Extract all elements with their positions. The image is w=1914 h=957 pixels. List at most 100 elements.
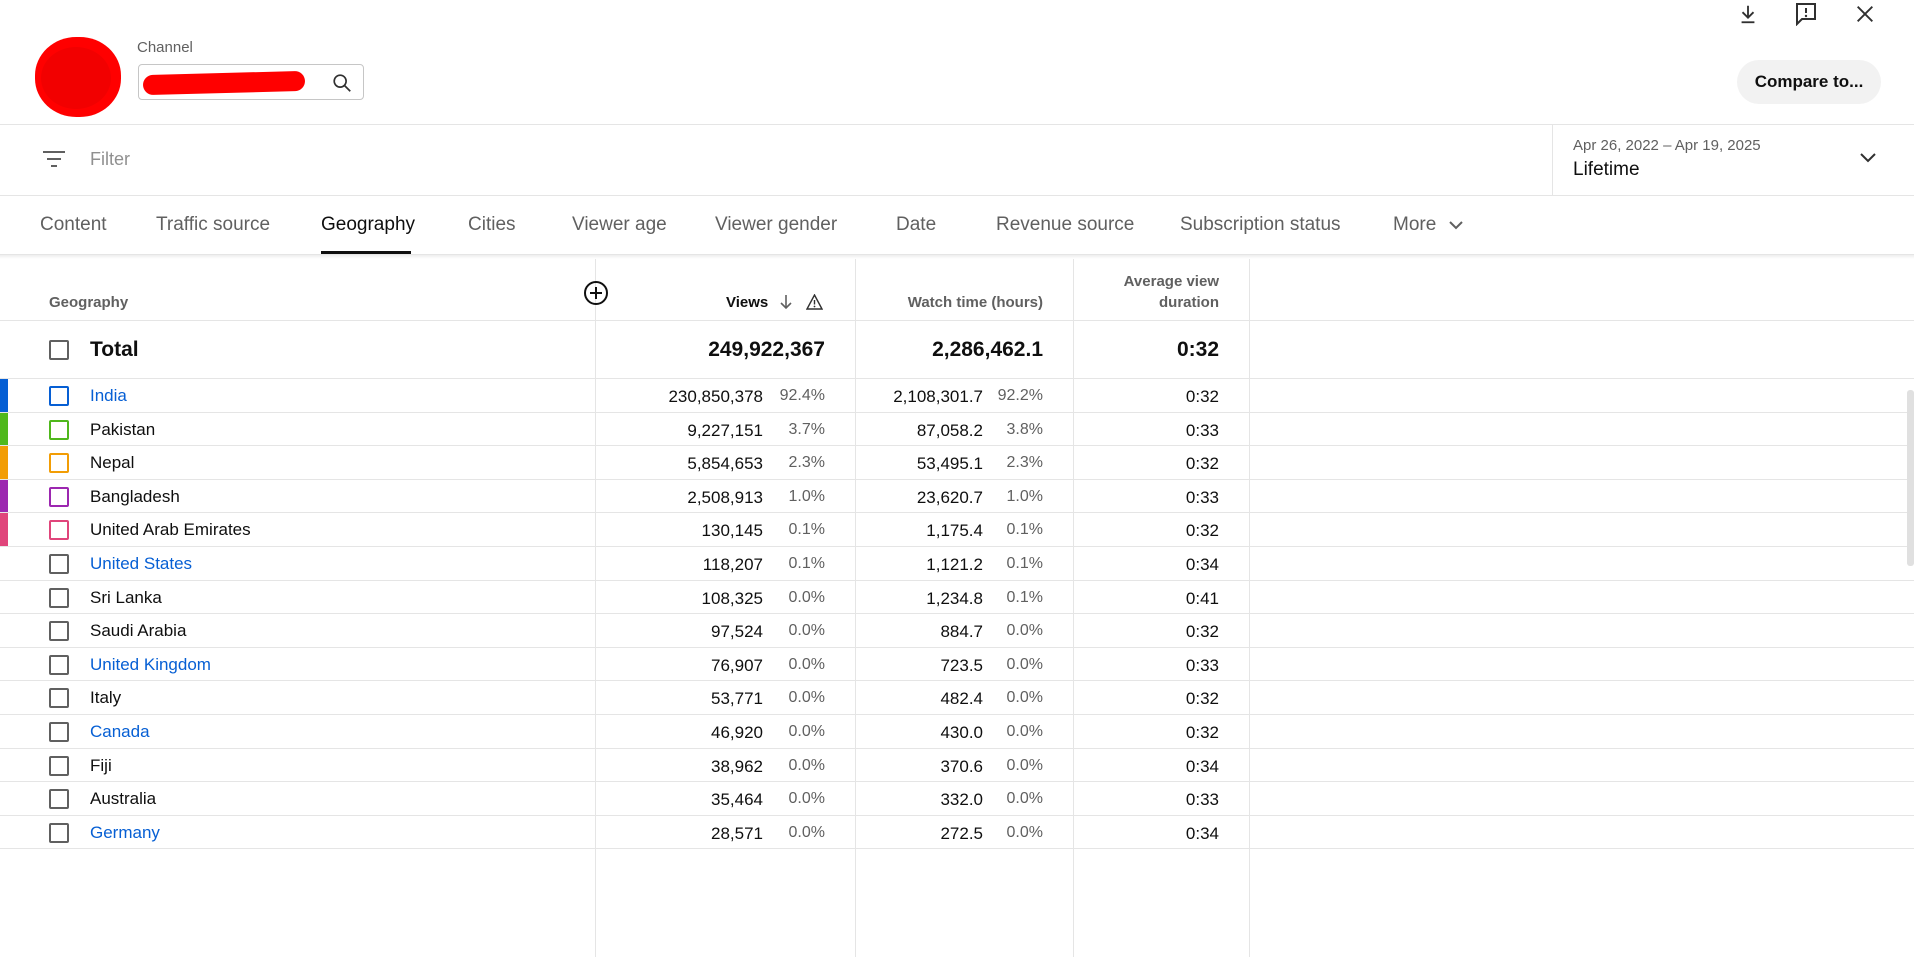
tab-date[interactable]: Date <box>896 214 936 236</box>
table-row[interactable]: Nepal 5,854,653 2.3% 53,495.1 2.3% 0:32 <box>0 446 1914 480</box>
tab-revenue-source[interactable]: Revenue source <box>996 214 1134 236</box>
table-row[interactable]: Canada 46,920 0.0% 430.0 0.0% 0:32 <box>0 715 1914 749</box>
views-value: 130,145 <box>701 521 763 541</box>
watch-time-percent: 0.0% <box>1006 756 1043 774</box>
country-name: United Arab Emirates <box>90 520 251 540</box>
table-row[interactable]: Saudi Arabia 97,524 0.0% 884.7 0.0% 0:32 <box>0 614 1914 648</box>
row-checkbox[interactable] <box>49 386 69 406</box>
header: Channel Compare to... <box>0 0 1914 125</box>
row-checkbox[interactable] <box>49 486 69 507</box>
dimension-tabs: Content Traffic source Geography Cities … <box>0 196 1914 255</box>
views-value: 38,962 <box>711 756 763 776</box>
header-views[interactable]: Views <box>726 294 768 311</box>
channel-avatar <box>35 37 121 117</box>
table-row[interactable]: United Kingdom 76,907 0.0% 723.5 0.0% 0:33 <box>0 648 1914 682</box>
watch-time-percent: 0.0% <box>1006 689 1043 707</box>
views-value: 108,325 <box>701 588 763 608</box>
channel-search-input[interactable] <box>138 64 364 100</box>
date-range-picker[interactable]: Apr 26, 2022 – Apr 19, 2025 Lifetime <box>1552 125 1914 195</box>
country-name[interactable]: India <box>90 386 127 406</box>
country-name[interactable]: United Kingdom <box>90 655 211 675</box>
search-icon[interactable] <box>331 72 353 94</box>
total-avg-duration: 0:32 <box>1176 338 1219 361</box>
tab-subscription-status[interactable]: Subscription status <box>1180 214 1341 236</box>
row-checkbox[interactable] <box>49 654 69 675</box>
tab-viewer-gender[interactable]: Viewer gender <box>715 214 837 236</box>
watch-time-value: 332.0 <box>940 790 983 810</box>
avg-duration-value: 0:34 <box>1185 555 1219 574</box>
avg-duration-value: 0:33 <box>1185 420 1219 440</box>
tab-cities[interactable]: Cities <box>468 214 516 236</box>
header-geography[interactable]: Geography <box>49 294 128 311</box>
filter-icon[interactable] <box>42 149 66 169</box>
filter-bar: Filter Apr 26, 2022 – Apr 19, 2025 Lifet… <box>0 125 1914 196</box>
row-checkbox[interactable] <box>49 453 69 474</box>
tab-content[interactable]: Content <box>40 214 107 236</box>
country-name[interactable]: Germany <box>90 823 160 843</box>
add-column-icon[interactable] <box>583 280 609 306</box>
views-value: 53,771 <box>711 689 763 709</box>
watch-time-value: 884.7 <box>940 622 983 642</box>
watch-time-value: 370.6 <box>940 756 983 776</box>
country-name[interactable]: United States <box>90 554 192 574</box>
watch-time-percent: 92.2% <box>997 387 1043 404</box>
table-row[interactable]: Germany 28,571 0.0% 272.5 0.0% 0:34 <box>0 816 1914 850</box>
views-percent: 0.0% <box>788 622 825 640</box>
watch-time-percent: 2.3% <box>1006 454 1043 472</box>
table-row[interactable]: Bangladesh 2,508,913 1.0% 23,620.7 1.0% 0:33 <box>0 479 1914 514</box>
tab-more[interactable]: More <box>1393 214 1464 236</box>
tab-geography[interactable]: Geography <box>321 214 415 236</box>
download-icon[interactable] <box>1734 0 1762 28</box>
country-name: Fiji <box>90 755 112 775</box>
row-checkbox[interactable] <box>49 520 69 541</box>
close-icon[interactable] <box>1851 0 1879 28</box>
table-row[interactable]: India 230,850,378 92.4% 2,108,301.7 92.2% 0:3… <box>0 379 1914 413</box>
table-row[interactable]: Italy 53,771 0.0% 482.4 0.0% 0:32 <box>0 681 1914 715</box>
country-name[interactable]: Canada <box>90 722 150 742</box>
redacted-channel-name <box>142 70 306 96</box>
country-name: Australia <box>90 789 157 809</box>
views-value: 35,464 <box>711 790 763 810</box>
row-checkbox[interactable] <box>49 822 69 843</box>
sort-descending-icon[interactable] <box>779 293 793 316</box>
row-checkbox[interactable] <box>49 587 69 608</box>
row-checkbox[interactable] <box>49 722 69 742</box>
row-checkbox[interactable] <box>49 554 69 574</box>
table-row[interactable]: Fiji 38,962 0.0% 370.6 0.0% 0:34 <box>0 749 1914 783</box>
avg-duration-value: 0:32 <box>1185 521 1219 541</box>
tab-viewer-age[interactable]: Viewer age <box>572 214 667 236</box>
watch-time-value: 23,620.7 <box>916 487 983 507</box>
avg-duration-value: 0:32 <box>1185 622 1219 642</box>
warning-icon[interactable] <box>805 293 824 315</box>
watch-time-value: 272.5 <box>940 823 983 843</box>
scrollbar[interactable] <box>1907 390 1914 566</box>
table-row[interactable]: Sri Lanka 108,325 0.0% 1,234.8 0.1% 0:41 <box>0 581 1914 615</box>
active-tab-indicator <box>321 251 411 254</box>
table-row[interactable]: United States 118,207 0.1% 1,121.2 0.1% 0:34 <box>0 547 1914 581</box>
row-checkbox[interactable] <box>49 755 69 776</box>
total-checkbox[interactable] <box>49 340 69 360</box>
feedback-icon[interactable] <box>1792 0 1820 28</box>
compare-to-button[interactable]: Compare to... <box>1737 60 1881 104</box>
watch-time-percent: 0.0% <box>1006 823 1043 841</box>
row-checkbox[interactable] <box>49 789 69 810</box>
table-row[interactable]: Pakistan 9,227,151 3.7% 87,058.2 3.8% 0:33 <box>0 412 1914 447</box>
views-percent: 1.0% <box>788 487 825 505</box>
row-checkbox[interactable] <box>49 419 69 440</box>
watch-time-value: 1,121.2 <box>926 555 983 574</box>
views-value: 28,571 <box>711 823 763 843</box>
tab-more-label: More <box>1393 214 1437 236</box>
views-percent: 2.3% <box>788 454 825 472</box>
views-value: 118,207 <box>702 555 763 574</box>
header-avg-view-duration-line1[interactable]: Average view <box>1080 273 1219 290</box>
total-label: Total <box>90 338 139 361</box>
header-avg-view-duration-line2[interactable]: duration <box>1080 294 1219 311</box>
filter-input[interactable]: Filter <box>90 149 130 170</box>
row-checkbox[interactable] <box>49 621 69 642</box>
row-checkbox[interactable] <box>49 688 69 709</box>
table-row[interactable]: Australia 35,464 0.0% 332.0 0.0% 0:33 <box>0 782 1914 816</box>
tab-traffic-source[interactable]: Traffic source <box>156 214 270 236</box>
table-row[interactable]: United Arab Emirates 130,145 0.1% 1,175.4 0.… <box>0 513 1914 547</box>
header-watch-time[interactable]: Watch time (hours) <box>870 294 1043 311</box>
views-percent: 0.1% <box>788 521 825 539</box>
